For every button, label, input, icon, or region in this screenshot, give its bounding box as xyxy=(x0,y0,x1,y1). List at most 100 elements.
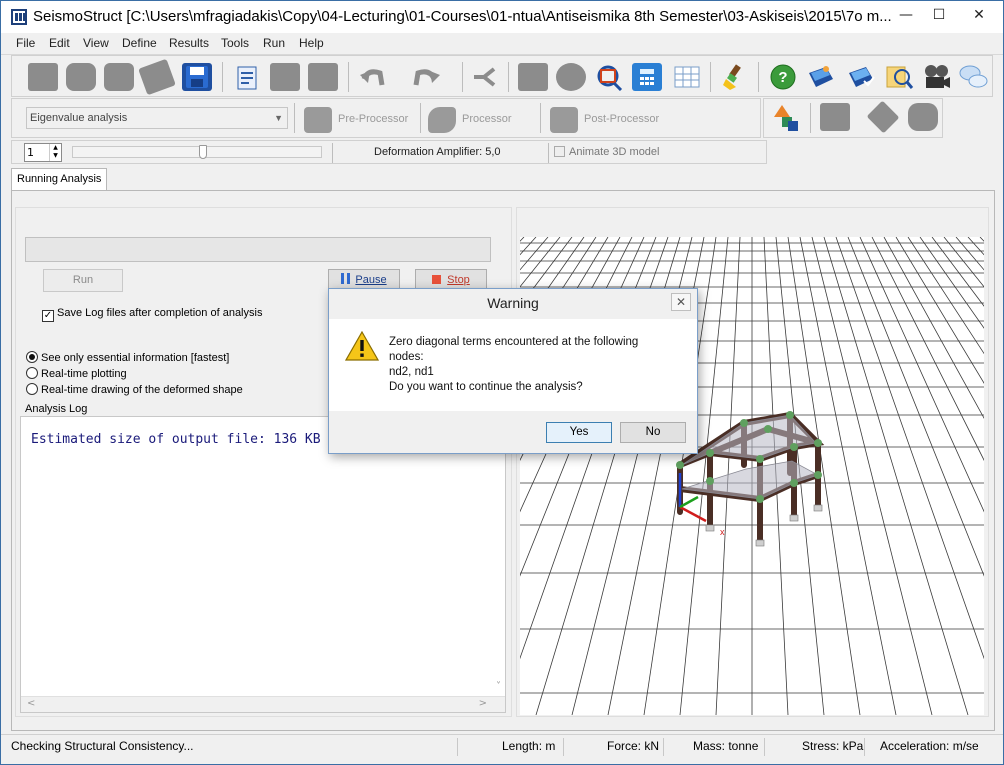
dialog-message-line: Zero diagonal terms encountered at the f… xyxy=(389,336,639,348)
shapes-icon[interactable] xyxy=(772,103,802,131)
spin-arrows-icon[interactable]: ▲ ▼ xyxy=(49,144,61,161)
scroll-down-icon[interactable]: ˅ xyxy=(496,681,501,692)
menu-help[interactable]: Help xyxy=(299,36,324,50)
radio-realtime-drawing[interactable]: Real-time drawing of the deformed shape xyxy=(26,383,243,396)
dialog-title: Warning xyxy=(487,295,539,311)
radio-essential-label: See only essential information [fastest] xyxy=(41,352,230,364)
model-check-icon[interactable] xyxy=(594,63,624,92)
app-icon[interactable] xyxy=(11,9,27,25)
scroll-left-icon[interactable]: < xyxy=(27,698,35,709)
copy-icon[interactable] xyxy=(270,63,300,91)
menu-view[interactable]: View xyxy=(83,36,109,50)
checkmark-icon[interactable]: ✓ xyxy=(42,310,54,322)
wizard-icon[interactable] xyxy=(138,58,176,96)
undo-icon[interactable] xyxy=(356,63,392,91)
horizontal-scrollbar[interactable]: < > xyxy=(21,696,505,712)
menu-tools[interactable]: Tools xyxy=(221,36,249,50)
menu-define[interactable]: Define xyxy=(122,36,157,50)
open-icon[interactable] xyxy=(104,63,134,91)
analysis-progress-bar xyxy=(25,237,491,262)
no-button[interactable]: No xyxy=(620,422,686,443)
main-toolbar: ? xyxy=(11,55,993,97)
status-bar: Checking Structural Consistency... Lengt… xyxy=(1,734,1003,758)
menu-edit[interactable]: Edit xyxy=(49,36,70,50)
save-log-label: Save Log files after completion of analy… xyxy=(57,307,263,319)
pre-processor-icon xyxy=(304,107,332,133)
view-front-icon[interactable] xyxy=(820,103,850,131)
post-processor-icon xyxy=(550,107,578,133)
manual-book-icon[interactable] xyxy=(806,63,836,91)
animation-toolbar: 1 ▲ ▼ Deformation Amplifier: 5,0 Animate … xyxy=(11,140,767,164)
post-processor-label: Post-Processor xyxy=(584,113,660,125)
dialog-message: Zero diagonal terms encountered at the f… xyxy=(389,335,638,395)
run-button[interactable]: Run xyxy=(43,269,123,292)
analysis-log-label: Analysis Log xyxy=(25,403,88,415)
forum-chat-icon[interactable] xyxy=(958,63,988,91)
dialog-body: Zero diagonal terms encountered at the f… xyxy=(335,319,691,409)
menu-file[interactable]: File xyxy=(16,36,35,50)
new-icon[interactable] xyxy=(28,63,58,91)
report-icon[interactable] xyxy=(232,63,262,91)
view-3d-icon[interactable] xyxy=(908,103,938,131)
post-processor-button[interactable]: Post-Processor xyxy=(550,103,710,135)
paint-brush-icon[interactable] xyxy=(720,63,750,91)
processor-button[interactable]: Processor xyxy=(428,103,538,135)
analysis-log[interactable]: Estimated size of output file: 136 KB ˅ … xyxy=(20,416,506,713)
help-icon[interactable]: ? xyxy=(768,63,798,91)
slider-thumb[interactable] xyxy=(199,145,207,159)
radio-essential-info[interactable]: See only essential information [fastest] xyxy=(26,351,229,364)
new-template-icon[interactable] xyxy=(66,63,96,91)
dialog-close-icon[interactable]: ✕ xyxy=(671,293,691,311)
analysis-type-select[interactable]: Eigenvalue analysis ▼ xyxy=(26,107,288,129)
save-log-checkbox[interactable]: ✓ Save Log files after completion of anal… xyxy=(42,307,262,322)
status-mass-unit: Mass: tonne xyxy=(693,739,759,753)
view-rotate-icon[interactable] xyxy=(866,100,900,134)
step-slider[interactable] xyxy=(72,145,322,159)
connect-icon[interactable] xyxy=(470,63,500,91)
search-docs-icon[interactable] xyxy=(884,63,914,91)
radio-realtime-plotting[interactable]: Real-time plotting xyxy=(26,367,127,380)
dialog-question: Do you want to continue the analysis? xyxy=(389,381,583,393)
stop-icon xyxy=(432,275,442,284)
redo-icon[interactable] xyxy=(408,63,444,91)
status-force-unit: Force: kN xyxy=(607,739,660,753)
chevron-down-icon: ▼ xyxy=(274,113,283,123)
radio-plotting-label: Real-time plotting xyxy=(41,368,127,380)
dialog-message-line: nodes: xyxy=(389,351,424,363)
svg-text:?: ? xyxy=(778,69,787,86)
tab-running-analysis[interactable]: Running Analysis xyxy=(11,168,107,190)
maximize-button[interactable]: ☐ xyxy=(922,1,956,29)
save-icon[interactable] xyxy=(182,63,212,91)
yes-button[interactable]: Yes xyxy=(546,422,612,443)
menu-results[interactable]: Results xyxy=(169,36,209,50)
dialog-node-list: nd2, nd1 xyxy=(389,366,434,378)
processor-label: Processor xyxy=(462,113,512,125)
animate-label: Animate 3D model xyxy=(569,146,660,158)
settings-icon[interactable] xyxy=(556,63,586,91)
deformation-amplifier[interactable]: Deformation Amplifier: 5,0 xyxy=(374,146,501,158)
warning-icon xyxy=(345,331,379,361)
pre-processor-button[interactable]: Pre-Processor xyxy=(304,103,414,135)
animate-checkbox-box[interactable] xyxy=(554,146,565,157)
processor-icon xyxy=(428,107,456,133)
radio-drawing-label: Real-time drawing of the deformed shape xyxy=(41,384,243,396)
dialog-title-bar: Warning ✕ xyxy=(329,289,697,319)
close-button[interactable]: ✕ xyxy=(956,1,1002,29)
view-toolbar xyxy=(763,98,943,138)
pause-icon xyxy=(341,273,351,284)
paste-icon[interactable] xyxy=(308,63,338,91)
app-window: SeismoStruct [C:\Users\mfragiadakis\Copy… xyxy=(0,0,1004,765)
minimize-button[interactable]: — xyxy=(889,1,923,29)
table-icon[interactable] xyxy=(672,63,702,91)
verification-book-icon[interactable] xyxy=(846,63,876,91)
video-tutorial-icon[interactable] xyxy=(922,63,952,91)
step-value: 1 xyxy=(27,146,34,159)
block-icon[interactable] xyxy=(518,63,548,91)
status-length-unit: Length: m xyxy=(502,739,556,753)
calculator-icon[interactable] xyxy=(632,63,662,91)
step-spinner[interactable]: 1 ▲ ▼ xyxy=(24,143,62,162)
animate-3d-model-checkbox[interactable]: Animate 3D model xyxy=(554,146,660,158)
scroll-right-icon[interactable]: > xyxy=(479,698,487,709)
menu-run[interactable]: Run xyxy=(263,36,285,50)
pause-label: Pause xyxy=(355,274,387,286)
